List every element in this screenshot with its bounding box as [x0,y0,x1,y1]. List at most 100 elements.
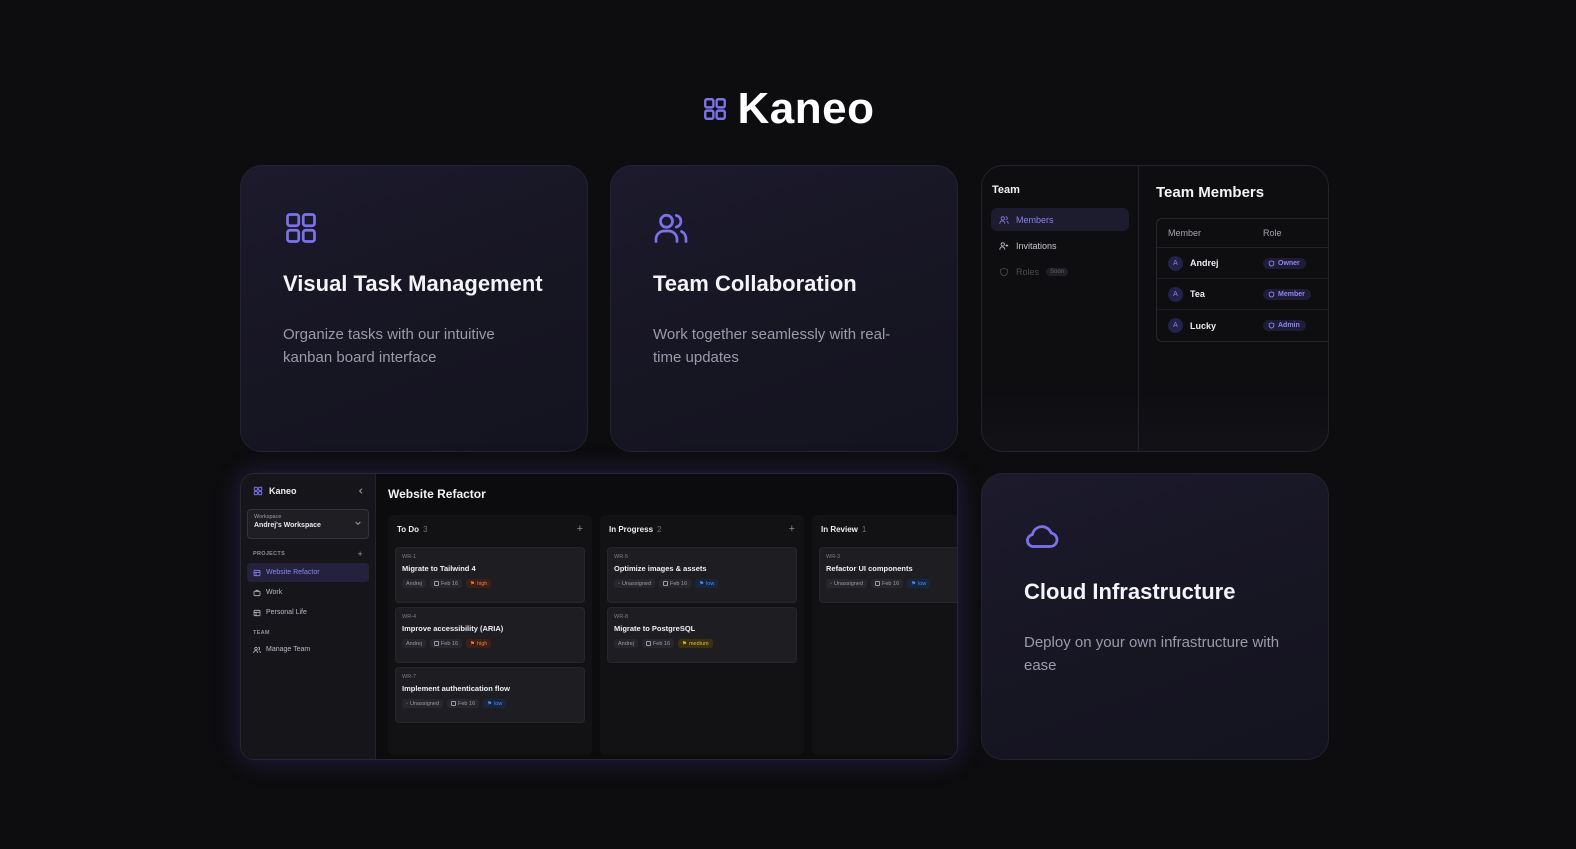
feature-title: Team Collaboration [653,271,857,296]
column-name: In Review [821,524,858,534]
priority-chip: ⚑ low [695,579,719,588]
team-nav-label: Invitations [1016,240,1057,251]
task-title: Optimize images & assets [614,564,707,573]
briefcase-icon [253,589,261,596]
task-card[interactable]: WR-1 Migrate to Tailwind 4 Andrej Feb 16… [395,547,585,603]
feature-description: Work together seamlessly with real-time … [653,326,891,366]
avatar: A [1168,286,1183,302]
hero-logo: Kaneo [0,84,1576,134]
assignee-chip: ◦ Unassigned [402,699,443,708]
task-id: WR-8 [614,614,629,620]
task-card[interactable]: WR-5 Optimize images & assets ◦ Unassigne… [607,547,797,603]
feature-card-cloud: Cloud Infrastructure Deploy on your own … [981,473,1329,760]
column-in-progress: In Progress 2 + WR-5 Optimize images & as… [600,515,804,755]
board-main: Website Refactor To Do 3 + WR-1 Migrate t… [376,474,957,759]
priority-chip: ⚑ medium [678,639,713,648]
sidebar-brand-name: Kaneo [269,486,297,496]
role-label: Member [1278,290,1305,298]
task-card[interactable]: WR-7 Implement authentication flow ◦ Unas… [395,667,585,723]
brand-name: Kaneo [737,84,875,133]
column-to-do: To Do 3 + WR-1 Migrate to Tailwind 4 Andr… [388,515,592,755]
date-chip: Feb 16 [429,639,463,648]
task-card[interactable]: WR-3 Refactor UI components ◦ Unassigned … [819,547,957,603]
add-task-icon[interactable]: + [577,523,583,535]
workspace-label: Workspace [254,514,282,520]
task-id: WR-7 [402,674,417,680]
assignee-name: Andrej [618,640,634,647]
sidebar-item-website-refactor[interactable]: Website Refactor [247,563,369,582]
assignee-chip: ◦ Unassigned [614,579,655,588]
workspace-selector[interactable]: Workspace Andrej's Workspace [247,509,369,539]
table-row[interactable]: A Lucky Admin [1157,310,1328,341]
task-card[interactable]: WR-4 Improve accessibility (ARIA) Andrej… [395,607,585,663]
table-row[interactable]: A Andrej Owner [1157,248,1328,279]
grid-icon [703,98,726,120]
sidebar-item-label: Website Refactor [266,569,320,576]
assignee-chip: Andrej [402,579,426,588]
sidebar-item-label: Manage Team [266,646,311,653]
team-members-preview: Team Members Invitations Roles Soon Team… [981,165,1329,452]
team-nav-label: Roles [1016,266,1040,277]
task-card[interactable]: WR-8 Migrate to PostgreSQL Andrej Feb 16… [607,607,797,663]
table-row[interactable]: A Tea Member [1157,279,1328,310]
assignee-chip: Andrej [402,639,426,648]
due-date: Feb 16 [670,580,688,587]
task-id: WR-4 [402,614,417,620]
due-date: Feb 16 [440,640,459,647]
priority-label: low [494,700,503,707]
members-table-header: Member Role [1157,219,1328,248]
date-chip: Feb 16 [429,579,463,588]
team-nav-members[interactable]: Members [991,208,1129,231]
member-name: Lucky [1190,320,1217,331]
column-count: 3 [423,524,428,534]
grid-icon [286,213,316,243]
due-date: Feb 16 [652,640,671,647]
column-count: 1 [861,524,867,534]
priority-label: medium [688,640,709,647]
role-label: Owner [1278,259,1300,267]
chevron-left-icon[interactable] [357,487,365,495]
task-title: Improve accessibility (ARIA) [402,624,504,633]
assignee-name: Andrej [406,640,422,647]
assignee-chip: Andrej [614,639,638,648]
projects-section-header: PROJECTS + [247,549,369,559]
user-icon: ◦ [618,580,620,587]
priority-label: high [476,640,488,647]
grid-icon [253,486,263,496]
avatar: A [1168,255,1183,271]
priority-chip: ⚑ high [466,639,492,648]
team-nav-invitations[interactable]: Invitations [991,234,1129,257]
sidebar-item-personal-life[interactable]: Personal Life [247,603,369,622]
role-label: Admin [1278,322,1300,329]
role-badge: Member [1263,288,1311,300]
feature-title: Visual Task Management [283,271,543,296]
task-title: Migrate to PostgreSQL [614,624,696,633]
task-title: Refactor UI components [826,564,913,573]
layout-icon [253,609,261,616]
team-nav-label: Members [1016,214,1054,225]
workspace-name: Andrej's Workspace [254,522,321,529]
sidebar-item-label: Personal Life [266,609,307,616]
due-date: Feb 16 [882,580,900,587]
add-project-icon[interactable]: + [357,549,363,559]
date-chip: Feb 16 [641,639,675,648]
due-date: Feb 16 [440,580,459,587]
column-name: In Progress [609,524,654,534]
sidebar-item-work[interactable]: Work [247,583,369,602]
shield-icon [1000,267,1008,276]
avatar: A [1168,318,1183,333]
date-chip: Feb 16 [447,699,480,708]
column-name: To Do [397,524,420,534]
feature-title: Cloud Infrastructure [1024,579,1236,604]
calendar-icon [645,641,651,646]
calendar-icon [663,581,668,586]
sidebar-item-manage-team[interactable]: Manage Team [247,640,369,659]
priority-label: low [918,580,927,587]
assignee-name: Andrej [406,580,422,587]
feature-description: Deploy on your own infrastructure with e… [1024,634,1280,674]
add-task-icon[interactable]: + [789,523,795,535]
assignee-name: Unassigned [621,580,651,587]
shield-icon [1268,259,1275,267]
team-label: TEAM [253,630,270,636]
calendar-icon [433,641,439,646]
